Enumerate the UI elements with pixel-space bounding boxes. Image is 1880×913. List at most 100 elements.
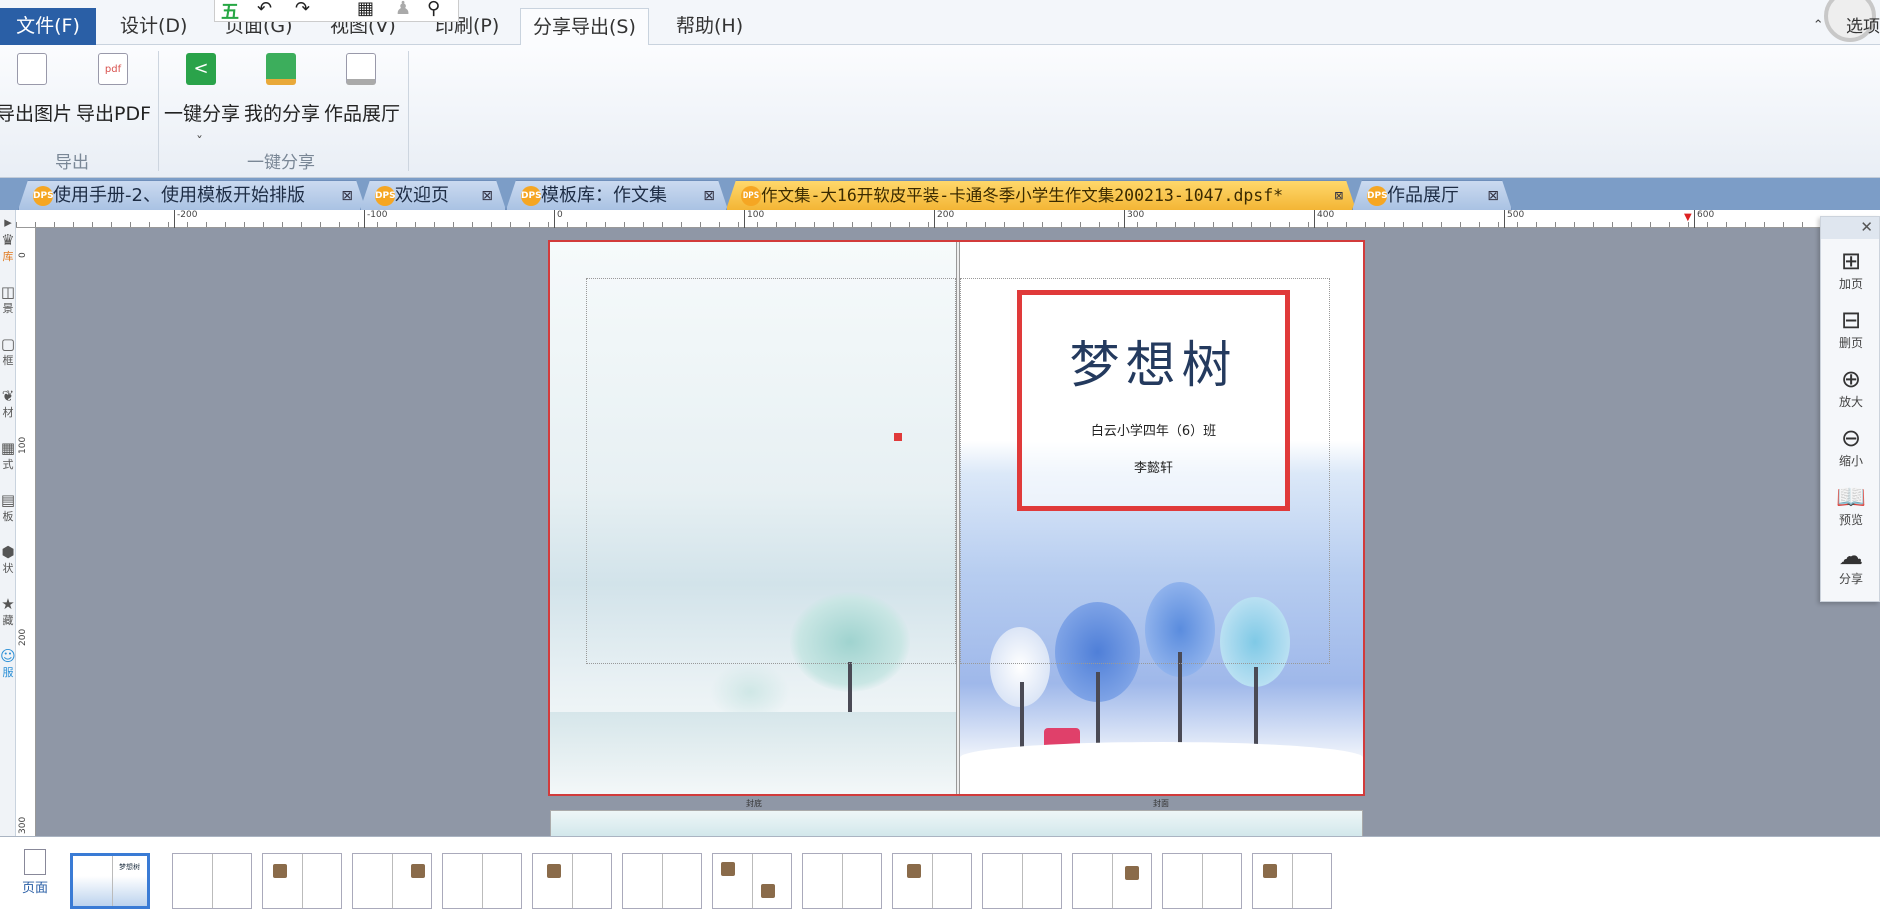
- dropdown-arrow-icon[interactable]: ˇ: [196, 135, 203, 151]
- next-spread-preview[interactable]: [550, 810, 1363, 836]
- menu-share-export[interactable]: 分享导出(S): [520, 8, 649, 46]
- page-thumbnail[interactable]: [1252, 853, 1332, 909]
- dps-icon: DPS: [375, 186, 395, 206]
- preview-button[interactable]: 📖 预览: [1821, 483, 1880, 528]
- delete-page-button[interactable]: ⊟ 删页: [1821, 306, 1880, 351]
- tool-favorites[interactable]: ★ 藏: [0, 596, 16, 628]
- delete-page-icon: ⊟: [1840, 306, 1862, 334]
- tree-trunk: [1020, 682, 1024, 752]
- export-image-icon: [17, 53, 47, 85]
- tab-composition-collection[interactable]: DPS 作文集-大16开软皮平装-卡通冬季小学生作文集200213-1047.d…: [726, 180, 1356, 210]
- tree-trunk: [1096, 672, 1100, 752]
- my-share-button[interactable]: 我的分享: [244, 53, 320, 163]
- page-thumbnail[interactable]: [1072, 853, 1152, 909]
- page-tools-panel: ✕ ⊞ 加页 ⊟ 删页 ⊕ 放大 ⊖ 缩小 📖 预览 ☁ 分享: [1820, 216, 1880, 602]
- page-thumbnail[interactable]: [1162, 853, 1242, 909]
- tool-library[interactable]: ♛ 库: [0, 232, 16, 264]
- tree-trunk: [1178, 652, 1182, 752]
- wubi-icon[interactable]: 五: [221, 0, 239, 24]
- collapse-arrow-icon[interactable]: ▸: [0, 214, 16, 230]
- tool-board[interactable]: ▤ 板: [0, 492, 16, 524]
- gallery-icon: [346, 53, 376, 85]
- close-icon[interactable]: ⊠: [1487, 181, 1499, 211]
- page-thumbnail[interactable]: [352, 853, 432, 909]
- tab-user-manual[interactable]: DPS 使用手册-2、使用模板开始排版 ⊠: [18, 180, 366, 210]
- ruler-marker-icon[interactable]: ▼: [1684, 212, 1692, 223]
- share-button[interactable]: ☁ 分享: [1821, 542, 1880, 587]
- snow-ground: [960, 742, 1363, 794]
- class-name[interactable]: 白云小学四年（6）班: [1022, 420, 1285, 439]
- star-icon: ★: [1, 595, 15, 613]
- panel-header: ✕: [1821, 217, 1879, 239]
- search-icon[interactable]: ⚲: [427, 0, 440, 19]
- page-thumbnail[interactable]: [172, 853, 252, 909]
- ribbon-separator: [158, 51, 159, 171]
- close-icon[interactable]: ✕: [1860, 218, 1873, 236]
- tool-background[interactable]: ◫ 景: [0, 284, 16, 316]
- undo-icon[interactable]: ↶: [257, 0, 272, 19]
- options-button[interactable]: 选项: [1846, 12, 1880, 37]
- page-thumbnail[interactable]: [622, 853, 702, 909]
- redo-icon[interactable]: ↷: [295, 0, 310, 19]
- tool-shape[interactable]: ⬢ 状: [0, 544, 16, 576]
- menu-file[interactable]: 文件(F): [0, 8, 96, 45]
- menu-help[interactable]: 帮助(H): [664, 8, 755, 45]
- tool-material[interactable]: ❦ 材: [0, 388, 16, 420]
- wechat-icon: ☁: [1839, 542, 1863, 570]
- close-icon[interactable]: ⊠: [703, 181, 715, 211]
- ribbon: 导出图片 pdf 导出PDF < 一键分享 ˇ 我的分享 作品展厅 导出 一键分…: [0, 45, 1880, 178]
- background-icon: ◫: [0, 283, 16, 301]
- page-thumbnail[interactable]: [982, 853, 1062, 909]
- page-thumbnail[interactable]: [892, 853, 972, 909]
- tool-style[interactable]: ▦ 式: [0, 440, 16, 472]
- page-thumbnail[interactable]: [442, 853, 522, 909]
- ribbon-separator: [408, 51, 409, 171]
- close-icon[interactable]: ⊠: [341, 181, 353, 211]
- cover-spread[interactable]: 梦想树 白云小学四年（6）班 李懿轩: [548, 240, 1365, 796]
- grid-icon: ▦: [0, 439, 16, 457]
- page-thumbnail[interactable]: [802, 853, 882, 909]
- export-pdf-button[interactable]: pdf 导出PDF: [76, 53, 151, 163]
- author-name[interactable]: 李懿轩: [1022, 457, 1285, 476]
- tool-service[interactable]: ☺ 服: [0, 648, 16, 680]
- keyboard-icon[interactable]: ▦: [357, 0, 374, 19]
- menu-design[interactable]: 设计(D): [108, 8, 199, 45]
- back-cover-label: 封底: [746, 799, 762, 808]
- tab-welcome[interactable]: DPS 欢迎页 ⊠: [360, 180, 506, 210]
- page-icon: [24, 849, 46, 875]
- dps-icon: DPS: [741, 186, 761, 206]
- zoom-out-button[interactable]: ⊖ 缩小: [1821, 424, 1880, 469]
- document-tab-bar: DPS 使用手册-2、使用模板开始排版 ⊠ DPS 欢迎页 ⊠ DPS 模板库：…: [0, 178, 1880, 210]
- close-icon[interactable]: ⊠: [1335, 181, 1343, 211]
- left-toolbar: ▸ ♛ 库 ◫ 景 ▢ 框 ❦ 材 ▦ 式 ▤ 板 ⬢ 状 ★ 藏 ☺ 服: [0, 210, 16, 910]
- add-page-button[interactable]: ⊞ 加页: [1821, 247, 1880, 292]
- zoom-in-button[interactable]: ⊕ 放大: [1821, 365, 1880, 410]
- tab-gallery[interactable]: DPS 作品展厅 ⊠: [1352, 180, 1512, 210]
- export-image-button[interactable]: 导出图片: [0, 53, 72, 163]
- front-cover-label: 封面: [1153, 799, 1169, 808]
- dps-icon: DPS: [33, 186, 53, 206]
- material-icon: ❦: [1, 387, 15, 405]
- pdf-icon: pdf: [98, 53, 128, 85]
- crown-icon: ♛: [1, 231, 15, 249]
- page-thumbnail[interactable]: [262, 853, 342, 909]
- group-label-export: 导出: [55, 153, 89, 173]
- menu-bar: 文件(F) 设计(D) 页面(G) 视图(V) 印刷(P) 分享导出(S) 帮助…: [0, 0, 1880, 46]
- book-icon: 📖: [1836, 483, 1866, 511]
- book-title[interactable]: 梦想树: [1022, 325, 1285, 397]
- vertical-ruler: 0 100 200 300: [16, 228, 36, 836]
- share-icon: <: [186, 53, 216, 85]
- page-thumbnail[interactable]: [712, 853, 792, 909]
- user-icon[interactable]: ♟: [395, 0, 411, 19]
- close-icon[interactable]: ⊠: [481, 181, 493, 211]
- design-canvas[interactable]: 梦想树 白云小学四年（6）班 李懿轩 封底 封面: [36, 228, 1820, 836]
- pages-panel-button[interactable]: 页面: [18, 849, 52, 896]
- tool-frame[interactable]: ▢ 框: [0, 336, 16, 368]
- one-click-share-button[interactable]: < 一键分享 ˇ: [164, 53, 240, 163]
- page-thumbnail[interactable]: 梦想树: [70, 853, 150, 909]
- gallery-button[interactable]: 作品展厅: [324, 53, 400, 163]
- title-text-frame[interactable]: 梦想树 白云小学四年（6）班 李懿轩: [1017, 290, 1290, 511]
- page-thumbnail[interactable]: [532, 853, 612, 909]
- tab-template-library[interactable]: DPS 模板库：作文集 ⊠: [506, 180, 728, 210]
- chat-icon: ☺: [0, 647, 16, 665]
